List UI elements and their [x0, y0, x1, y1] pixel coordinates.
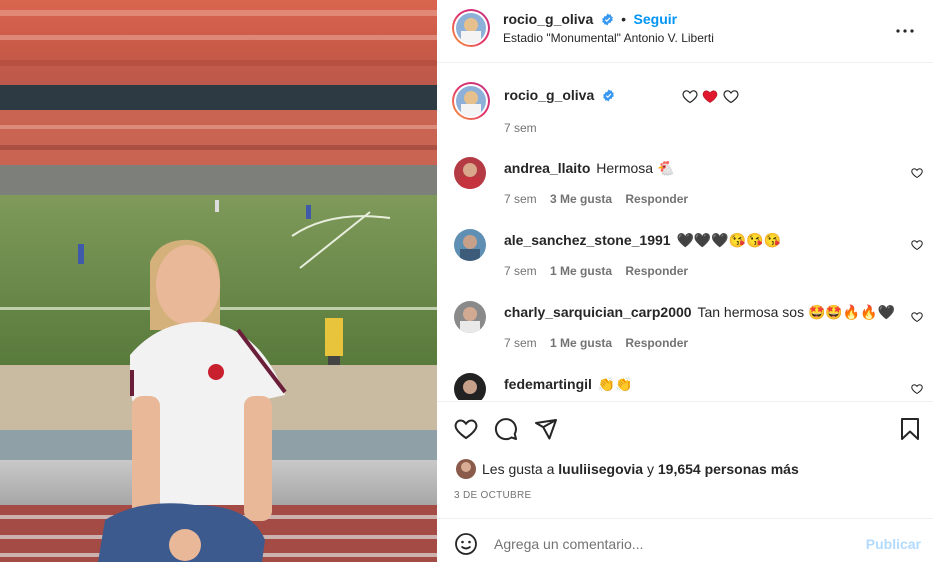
more-icon[interactable]: [893, 19, 917, 43]
verified-icon: [601, 13, 613, 26]
comment-time[interactable]: 7 sem: [504, 336, 537, 350]
heart-icon[interactable]: [454, 417, 478, 441]
verified-icon: [602, 89, 614, 102]
reply-button[interactable]: Responder: [625, 336, 688, 350]
comment-likes[interactable]: 1 Me gusta: [550, 264, 612, 278]
emoji-icon[interactable]: [454, 532, 478, 556]
comment-body: ale_sanchez_stone_1991 🖤🖤🖤😘😘😘: [504, 232, 781, 249]
comment-meta: 7 sem 1 Me gusta Responder: [504, 336, 688, 350]
post-date[interactable]: 3 DE OCTUBRE: [454, 490, 532, 501]
comment-time[interactable]: 7 sem: [504, 192, 537, 206]
red-heart-icon: [703, 90, 718, 103]
comment-username[interactable]: andrea_llaito: [504, 160, 590, 176]
instagram-post-view: rocio_g_oliva • Seguir Estadio "Monument…: [0, 0, 933, 562]
save-icon[interactable]: [899, 417, 921, 441]
caption-author-avatar[interactable]: [456, 86, 486, 116]
like-comment-heart-icon[interactable]: [911, 383, 923, 395]
caption-story-ring[interactable]: [452, 82, 490, 120]
white-heart-icon: [723, 90, 739, 104]
author-avatar[interactable]: [456, 13, 486, 43]
comment-likes[interactable]: 1 Me gusta: [550, 336, 612, 350]
comment-text: Tan hermosa sos 🤩🤩🔥🔥🖤: [697, 304, 896, 320]
comment-icon[interactable]: [494, 417, 518, 441]
comment-input[interactable]: Agrega un comentario...: [494, 536, 643, 552]
share-icon[interactable]: [534, 417, 558, 441]
caption-author[interactable]: rocio_g_oliva: [504, 87, 594, 103]
comment-time[interactable]: 7 sem: [504, 264, 537, 278]
liker-avatar[interactable]: [456, 459, 476, 479]
comment-body: fedemartingil 👏👏: [504, 376, 633, 393]
like-comment-heart-icon[interactable]: [911, 167, 923, 179]
post-location[interactable]: Estadio "Monumental" Antonio V. Liberti: [503, 31, 714, 45]
reply-button[interactable]: Responder: [625, 192, 688, 206]
comment-body: charly_sarquician_carp2000 Tan hermosa s…: [504, 304, 895, 321]
comment-username[interactable]: fedemartingil: [504, 376, 592, 392]
comment-likes[interactable]: 3 Me gusta: [550, 192, 612, 206]
comment-avatar[interactable]: [454, 229, 486, 261]
comment-body: andrea_llaito Hermosa 🐔: [504, 160, 674, 177]
post-header: rocio_g_oliva • Seguir Estadio "Monument…: [437, 0, 933, 63]
separator-dot: •: [621, 11, 627, 27]
likes-summary: Les gusta a luuliisegovia y 19,654 perso…: [482, 461, 799, 477]
author-username[interactable]: rocio_g_oliva: [503, 11, 593, 27]
liker-username[interactable]: luuliisegovia: [558, 461, 643, 477]
publish-button[interactable]: Publicar: [866, 536, 921, 552]
reply-button[interactable]: Responder: [625, 264, 688, 278]
likes-prefix: Les gusta a: [482, 461, 559, 477]
like-comment-heart-icon[interactable]: [911, 239, 923, 251]
post-side-panel: rocio_g_oliva • Seguir Estadio "Monument…: [437, 0, 933, 562]
add-comment-bar: Agrega un comentario... Publicar: [437, 518, 933, 563]
like-comment-heart-icon[interactable]: [911, 311, 923, 323]
story-ring[interactable]: [452, 9, 490, 47]
comment-meta: 7 sem 3 Me gusta Responder: [504, 192, 688, 206]
comments-section: rocio_g_oliva 7 sem andrea_llaito Hermos…: [437, 62, 933, 400]
photo-illustration: [0, 0, 437, 562]
comment-text: 👏👏: [597, 376, 633, 392]
white-heart-icon: [682, 90, 698, 104]
follow-button[interactable]: Seguir: [634, 11, 678, 27]
comment-text: 🖤🖤🖤😘😘😘: [676, 232, 782, 248]
comment-text: Hermosa 🐔: [596, 160, 675, 176]
likes-count[interactable]: 19,654 personas más: [658, 461, 799, 477]
caption-line: rocio_g_oliva: [504, 87, 739, 105]
caption-hearts: [682, 89, 739, 109]
likes-middle: y: [643, 461, 658, 477]
caption-time[interactable]: 7 sem: [504, 121, 537, 135]
comment-meta: 7 sem 1 Me gusta Responder: [504, 264, 688, 278]
comment-username[interactable]: charly_sarquician_carp2000: [504, 304, 692, 320]
comment-avatar[interactable]: [454, 301, 486, 333]
post-photo[interactable]: [0, 0, 437, 562]
post-actions: Les gusta a luuliisegovia y 19,654 perso…: [437, 401, 933, 519]
comment-avatar[interactable]: [454, 373, 486, 400]
header-author-line: rocio_g_oliva • Seguir: [503, 11, 677, 29]
comment-avatar[interactable]: [454, 157, 486, 189]
comment-username[interactable]: ale_sanchez_stone_1991: [504, 232, 671, 248]
